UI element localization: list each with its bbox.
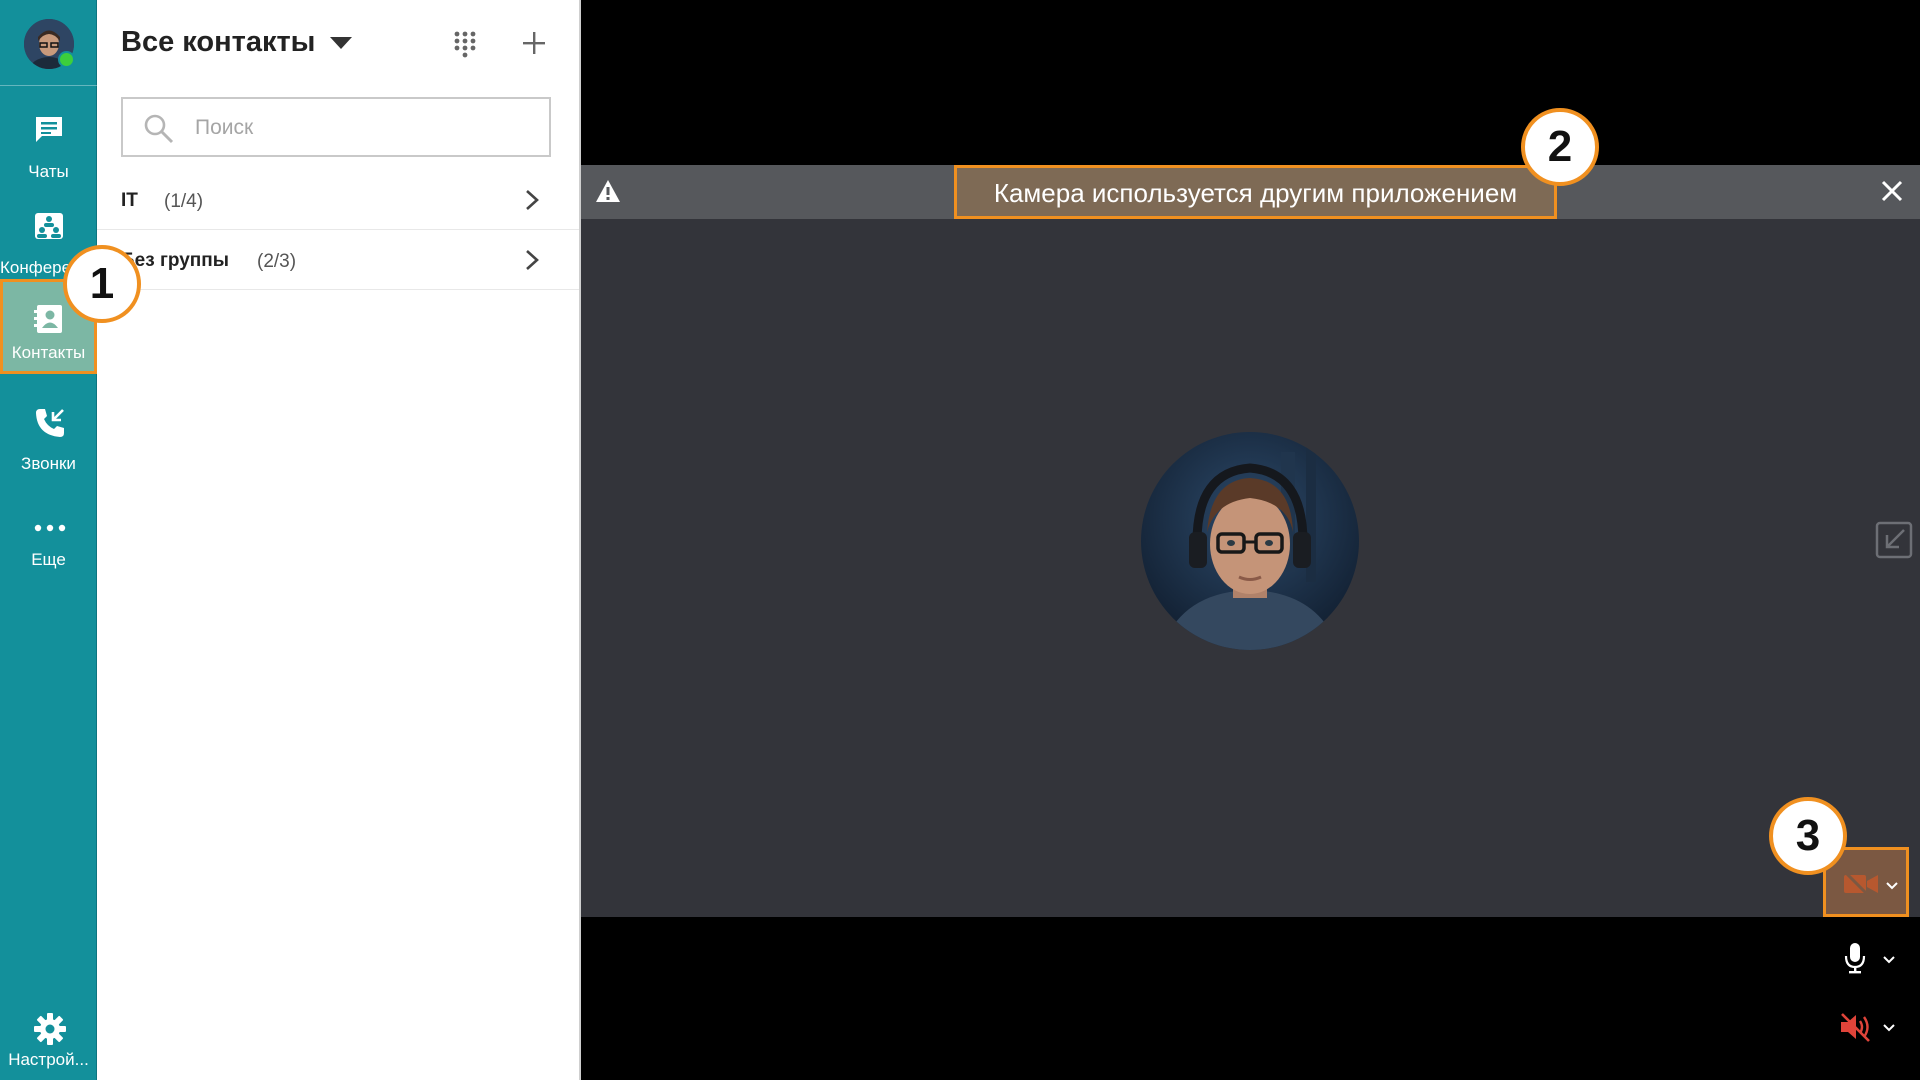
camera-off-icon	[1844, 872, 1878, 896]
chat-icon	[36, 117, 62, 142]
chevron-down-icon[interactable]	[1883, 1024, 1895, 1032]
minimize-video-icon[interactable]	[1875, 521, 1913, 559]
add-icon[interactable]	[521, 30, 547, 56]
contacts-panel: Все контакты IT (1/4)	[97, 0, 581, 1080]
chevron-right-icon	[526, 250, 539, 270]
group-row-no-group[interactable]: Без группы (2/3)	[97, 230, 579, 290]
participant-avatar	[1141, 432, 1359, 650]
nav-rail: Чаты Конференции Конт	[0, 0, 97, 1080]
group-count: (1/4)	[164, 191, 204, 212]
nav-item-chats[interactable]: Чаты	[0, 100, 97, 195]
camera-warning-bar: Камера используется другим приложением	[581, 165, 1920, 219]
video-area: Камера используется другим приложением	[581, 0, 1920, 1080]
warning-icon	[596, 180, 620, 202]
search-input[interactable]	[195, 111, 525, 145]
app-window: Чаты Конференции Конт	[0, 0, 1920, 1080]
callout-2: 2	[1521, 108, 1599, 186]
gear-icon	[34, 1013, 66, 1045]
group-name: IT	[121, 190, 138, 211]
chevron-right-icon	[526, 190, 539, 210]
nav-item-label: Звонки	[21, 454, 76, 473]
chevron-down-icon[interactable]	[1883, 956, 1895, 964]
presence-online-indicator	[58, 51, 75, 68]
nav-item-label: Чаты	[28, 162, 69, 181]
nav-item-label: Контакты	[11, 343, 86, 362]
video-stage	[581, 219, 1920, 917]
caret-down-icon[interactable]	[329, 36, 353, 50]
calls-icon	[36, 409, 64, 437]
dialpad-icon[interactable]	[453, 30, 477, 60]
contacts-title[interactable]: Все контакты	[121, 26, 315, 59]
close-icon[interactable]	[1881, 180, 1903, 202]
nav-item-more[interactable]: Еще	[0, 488, 97, 583]
microphone-button[interactable]	[1843, 940, 1903, 980]
nav-item-settings[interactable]: Настрой...	[0, 1004, 97, 1080]
speaker-button[interactable]	[1839, 1008, 1903, 1048]
more-icon	[34, 524, 66, 532]
conference-icon	[35, 213, 63, 239]
search-icon	[144, 114, 174, 144]
nav-item-label: Еще	[31, 550, 66, 569]
callout-3: 3	[1769, 797, 1847, 875]
group-row-it[interactable]: IT (1/4)	[97, 170, 579, 230]
nav-divider	[0, 85, 97, 86]
chevron-down-icon[interactable]	[1886, 882, 1898, 890]
callout-1: 1	[63, 245, 141, 323]
nav-item-calls[interactable]: Звонки	[0, 392, 97, 487]
group-count: (2/3)	[257, 251, 297, 272]
contacts-icon	[34, 305, 62, 333]
microphone-icon	[1844, 943, 1866, 974]
speaker-muted-icon	[1841, 1013, 1870, 1042]
camera-warning-text: Камера используется другим приложением	[954, 165, 1557, 219]
nav-item-label: Настрой...	[8, 1050, 89, 1069]
search-box[interactable]	[121, 97, 551, 157]
